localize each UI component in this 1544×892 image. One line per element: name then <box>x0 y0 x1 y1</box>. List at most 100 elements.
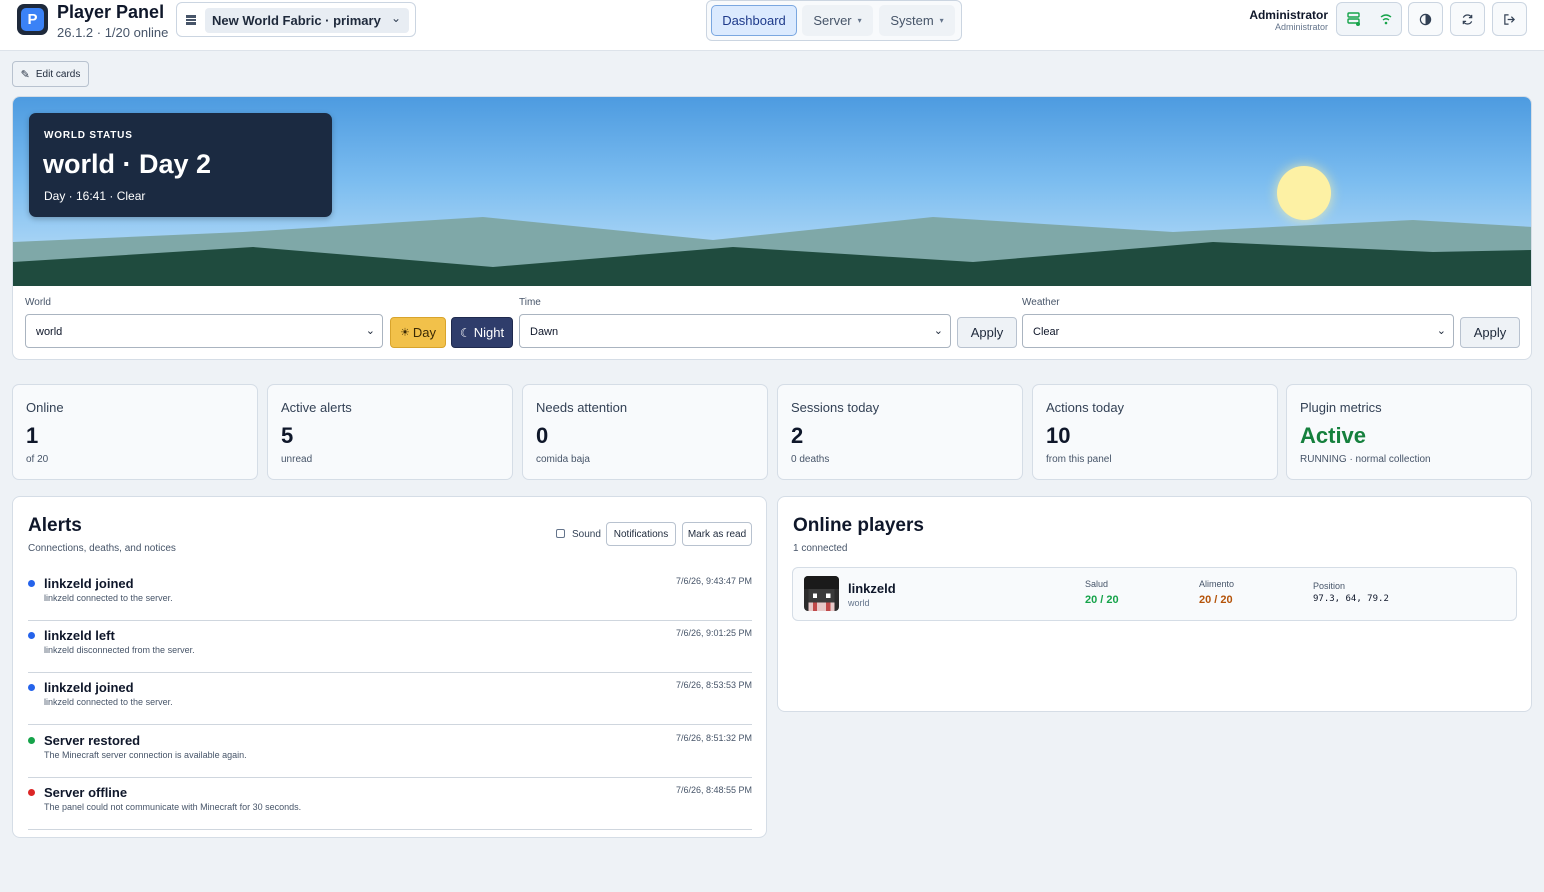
player-food-label: Alimento <box>1199 579 1235 589</box>
stat-value: 5 <box>281 423 294 448</box>
world-status-subtitle: Day · 16:41 · Clear <box>44 189 146 203</box>
online-players-card: Online players 1 connected linkzeld worl… <box>777 496 1532 712</box>
night-button[interactable]: ☾ Night <box>451 317 513 348</box>
world-status-card: World status world · Day 2 Day · 16:41 ·… <box>12 96 1532 360</box>
players-title: Online players <box>793 515 924 536</box>
chevron-down-icon: ⌄ <box>390 11 401 25</box>
alert-time: 7/6/26, 8:53:53 PM <box>675 680 752 690</box>
time-label: Time <box>519 297 541 308</box>
alert-item[interactable]: linkzeld joined linkzeld connected to th… <box>28 673 752 725</box>
stat-value: Active <box>1300 423 1367 448</box>
alert-time: 7/6/26, 8:48:55 PM <box>675 785 752 795</box>
alert-dot <box>28 580 35 587</box>
alert-message: linkzeld connected to the server. <box>44 697 173 707</box>
day-button[interactable]: ☀ Day <box>390 317 446 348</box>
nav-dashboard[interactable]: Dashboard <box>711 5 797 36</box>
notifications-button-label: Notifications <box>613 528 669 540</box>
nav-server-label: Server <box>813 13 852 28</box>
weather-apply-label: Apply <box>1473 325 1507 340</box>
alert-item[interactable]: linkzeld joined linkzeld connected to th… <box>28 569 752 621</box>
time-apply-button[interactable]: Apply <box>957 317 1017 348</box>
stat-sub: of 20 <box>26 454 49 465</box>
alert-title: Server offline <box>44 785 128 800</box>
day-button-label: Day <box>412 325 436 340</box>
time-select[interactable]: Dawn ⌄ <box>519 314 951 348</box>
alert-time: 7/6/26, 8:51:32 PM <box>675 733 752 743</box>
alert-title: linkzeld joined <box>44 680 134 695</box>
weather-select-value: Clear <box>1033 326 1060 338</box>
sound-checkbox[interactable] <box>556 529 565 538</box>
night-button-label: Night <box>473 325 505 340</box>
time-apply-label: Apply <box>970 325 1004 340</box>
alert-title: linkzeld left <box>44 628 115 643</box>
player-row[interactable]: linkzeld world Salud 20 / 20 Alimento 20… <box>792 567 1517 621</box>
top-header: P Player Panel 26.1.2 · 1/20 online New … <box>0 0 1544 51</box>
wifi-icon <box>1380 14 1392 25</box>
user-name: Administrator <box>1249 8 1328 22</box>
stat-sub: unread <box>281 454 313 465</box>
logo-letter: P <box>21 8 44 31</box>
logout-button[interactable] <box>1492 2 1527 36</box>
player-position-label: Position <box>1313 581 1346 591</box>
chevron-down-icon: ⌄ <box>933 325 943 337</box>
time-select-value: Dawn <box>530 326 559 338</box>
alert-item[interactable]: Server restored The Minecraft server con… <box>28 726 752 778</box>
alert-item[interactable]: Server offline The panel could not commu… <box>28 778 752 830</box>
refresh-button[interactable] <box>1450 2 1485 36</box>
server-select[interactable]: New World Fabric · primary ⌄ <box>176 2 416 37</box>
mark-as-read-button[interactable]: Mark as read <box>682 522 752 546</box>
alert-message: The Minecraft server connection is avail… <box>44 750 247 760</box>
player-name: linkzeld <box>848 581 896 596</box>
server-icon <box>186 15 196 25</box>
nav-server[interactable]: Server ▾ <box>802 5 873 36</box>
weather-select[interactable]: Clear ⌄ <box>1022 314 1454 348</box>
player-position-value: 97.3, 64, 79.2 <box>1313 594 1389 604</box>
stat-card-active-alerts: Active alerts 5 unread <box>267 384 513 480</box>
server-status-icon <box>1347 12 1360 26</box>
weather-label: Weather <box>1022 297 1060 308</box>
world-status-overlay: World status world · Day 2 Day · 16:41 ·… <box>29 113 332 217</box>
alert-item[interactable]: linkzeld left linkzeld disconnected from… <box>28 621 752 673</box>
stat-sub: comida baja <box>536 454 590 465</box>
alert-title: Server restored <box>44 733 141 748</box>
edit-cards-button[interactable]: ✎ Edit cards <box>12 61 89 87</box>
stat-sub: RUNNING · normal collection <box>1300 454 1431 465</box>
world-select[interactable]: world ⌄ <box>25 314 383 348</box>
world-status-title: world · Day 2 <box>43 149 212 179</box>
server-select-box[interactable]: New World Fabric · primary ⌄ <box>205 8 409 33</box>
weather-apply-button[interactable]: Apply <box>1460 317 1520 348</box>
player-avatar <box>804 576 839 611</box>
stat-card-plugin-metrics: Plugin metrics Active RUNNING · normal c… <box>1286 384 1532 480</box>
moon-icon: ☾ <box>459 325 471 340</box>
theme-toggle-button[interactable] <box>1408 2 1443 36</box>
notifications-button[interactable]: Notifications <box>606 522 676 546</box>
contrast-icon <box>1419 13 1432 25</box>
nav-dashboard-label: Dashboard <box>722 13 786 28</box>
stat-card-actions-today: Actions today 10 from this panel <box>1032 384 1278 480</box>
alert-time: 7/6/26, 9:43:47 PM <box>675 576 752 586</box>
world-status-tag: World status <box>44 130 133 141</box>
main-nav: Dashboard Server ▾ System ▾ <box>706 0 962 41</box>
player-health-label: Salud <box>1085 579 1109 589</box>
app-title: Player Panel <box>57 2 165 22</box>
server-status[interactable] <box>1338 3 1370 35</box>
alert-dot <box>28 684 35 691</box>
server-select-value: New World Fabric · primary <box>212 13 381 28</box>
players-subtitle: 1 connected <box>793 543 848 554</box>
sun-small-icon: ☀ <box>400 327 410 339</box>
caret-down-icon: ▾ <box>857 16 862 25</box>
stat-value: 1 <box>26 423 39 448</box>
stat-value: 0 <box>536 423 549 448</box>
stat-card-sessions-today: Sessions today 2 0 deaths <box>777 384 1023 480</box>
network-status[interactable] <box>1370 3 1402 35</box>
world-select-value: world <box>36 326 63 338</box>
alert-dot <box>28 737 35 744</box>
mark-as-read-label: Mark as read <box>687 528 747 540</box>
player-health-value: 20 / 20 <box>1085 594 1119 606</box>
stat-value: 10 <box>1046 423 1071 448</box>
world-label: World <box>25 297 51 308</box>
nav-system[interactable]: System ▾ <box>879 5 955 36</box>
app-subtitle: 26.1.2 · 1/20 online <box>57 25 169 40</box>
alert-message: linkzeld connected to the server. <box>44 593 173 603</box>
refresh-icon <box>1462 13 1473 25</box>
